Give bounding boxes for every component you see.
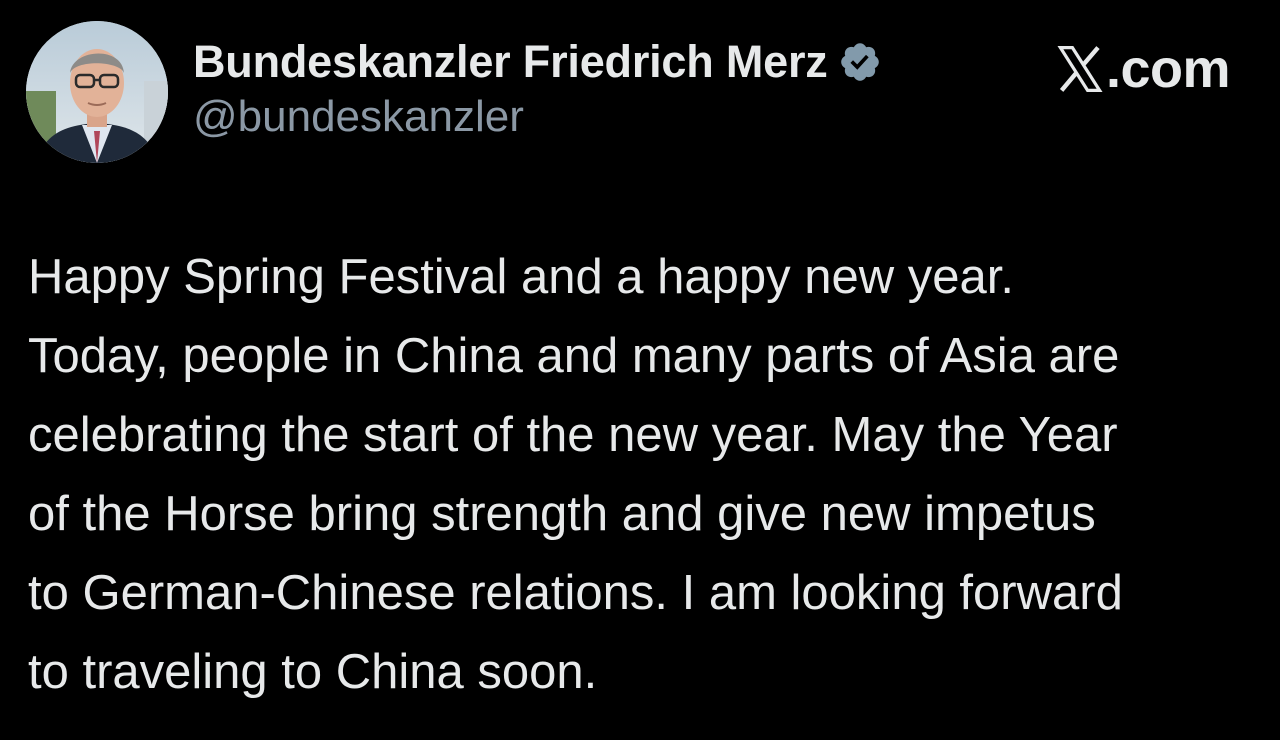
tweet-card: Bundeskanzler Friedrich Merz @bundeskanz… bbox=[0, 0, 1280, 740]
tweet-text-line: Today, people in China and many parts of… bbox=[28, 329, 1120, 383]
tweet-text-line: Happy Spring Festival and a happy new ye… bbox=[28, 250, 1015, 304]
tweet-text-line: of the Horse bring strength and give new… bbox=[28, 487, 1096, 541]
tweet-text: Happy Spring Festival and a happy new ye… bbox=[28, 238, 1258, 712]
tweet-text-line: to traveling to China soon. bbox=[28, 645, 598, 699]
brand-watermark: .com bbox=[1056, 38, 1231, 100]
avatar[interactable] bbox=[26, 21, 168, 163]
author-name-row: Bundeskanzler Friedrich Merz bbox=[193, 36, 882, 88]
author-display-name[interactable]: Bundeskanzler Friedrich Merz bbox=[193, 36, 828, 88]
tweet-text-line: to German-Chinese relations. I am lookin… bbox=[28, 566, 1123, 620]
avatar-portrait-icon bbox=[26, 21, 168, 163]
verified-badge-icon[interactable] bbox=[838, 40, 882, 84]
x-logo-icon bbox=[1056, 44, 1104, 94]
brand-domain-text: .com bbox=[1105, 39, 1231, 99]
author-handle[interactable]: @bundeskanzler bbox=[193, 92, 882, 142]
author-header: Bundeskanzler Friedrich Merz @bundeskanz… bbox=[193, 36, 882, 142]
tweet-text-line: celebrating the start of the new year. M… bbox=[28, 408, 1118, 462]
